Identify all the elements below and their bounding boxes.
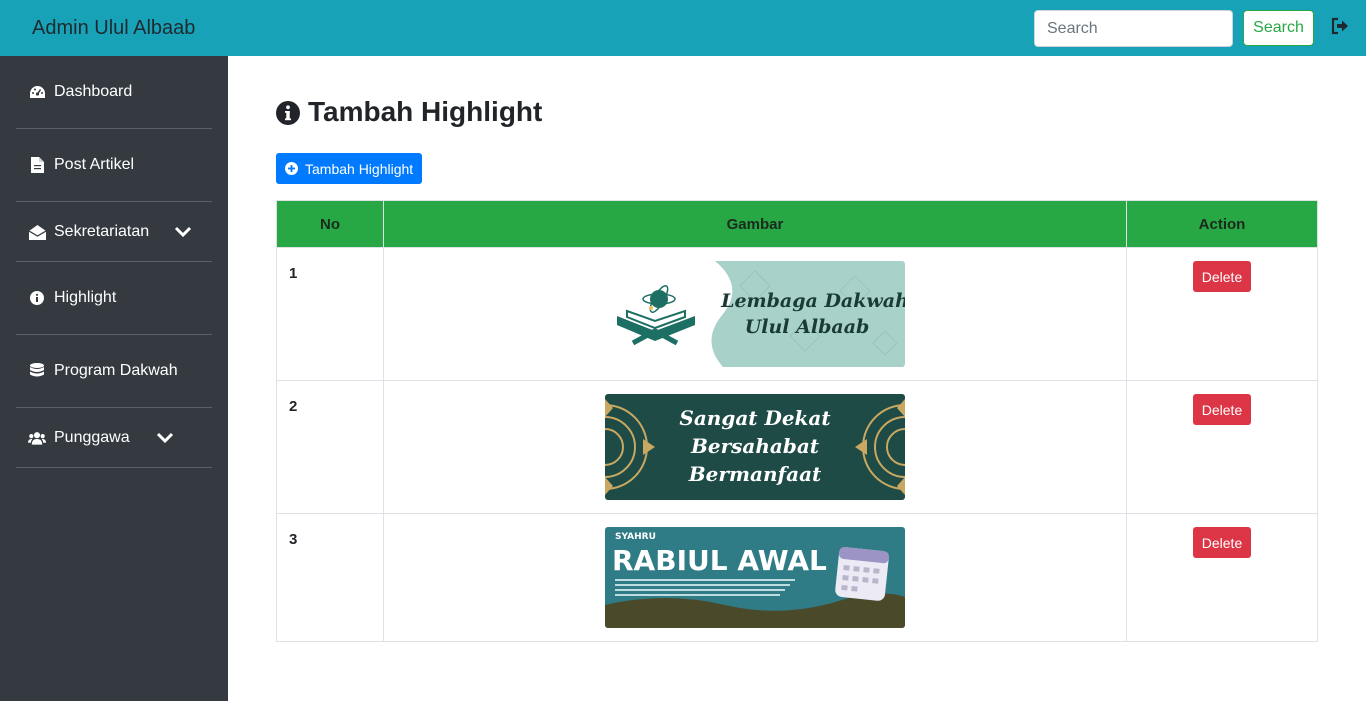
- sidebar-item-label: Post Artikel: [54, 156, 135, 173]
- highlight-image: Sangat Dekat Bersahabat Bermanfaat: [605, 394, 905, 500]
- banner-line-2: Ulul Albaab: [745, 316, 870, 338]
- banner-line-1: Lembaga Dakwah: [720, 290, 905, 312]
- sidebar-item-label: Sekretariatan: [54, 223, 150, 240]
- sidebar-item-post-artikel[interactable]: Post Artikel: [16, 155, 212, 175]
- page-title-text: Tambah Highlight: [308, 96, 543, 127]
- sidebar-divider: [16, 128, 212, 129]
- sidebar-item-program-dakwah[interactable]: Program Dakwah: [16, 361, 212, 381]
- image-cell: Lembaga Dakwah Ulul Albaab: [383, 247, 1127, 381]
- image-cell: SYAHRU RABIUL AWAL: [383, 513, 1127, 642]
- info-circle-icon: [28, 289, 46, 307]
- image-cell: Sangat Dekat Bersahabat Bermanfaat: [383, 380, 1127, 514]
- banner-line-1: Sangat Dekat: [679, 406, 831, 430]
- search-input[interactable]: [1034, 10, 1233, 47]
- column-header-gambar: Gambar: [383, 200, 1127, 248]
- sidebar-item-dashboard[interactable]: Dashboard: [16, 82, 212, 102]
- add-highlight-label: Tambah Highlight: [305, 160, 414, 177]
- row-number: 1: [276, 247, 384, 381]
- sidebar-divider: [16, 261, 212, 262]
- table-header-row: No Gambar Action: [276, 200, 1318, 248]
- sidebar-item-label: Dashboard: [54, 83, 133, 100]
- action-cell: Delete: [1126, 513, 1318, 642]
- database-icon: [28, 362, 46, 380]
- sidebar-item-label: Program Dakwah: [54, 362, 178, 379]
- search-button[interactable]: Search: [1243, 10, 1314, 46]
- delete-button[interactable]: Delete: [1193, 261, 1251, 292]
- page-title: Tambah Highlight: [276, 96, 542, 128]
- highlight-image: Lembaga Dakwah Ulul Albaab: [605, 261, 905, 367]
- plus-circle-icon: [285, 162, 298, 175]
- sidebar-divider: [16, 334, 212, 335]
- tachometer-icon: [28, 83, 46, 101]
- sidebar-item-highlight[interactable]: Highlight: [16, 288, 212, 308]
- chevron-down-icon[interactable]: [156, 430, 174, 446]
- sidebar-divider: [16, 467, 212, 468]
- table-row: 2 Sangat Dekat Bersahabat Bermanfaat Del…: [276, 380, 1318, 514]
- action-cell: Delete: [1126, 247, 1318, 381]
- sidebar-item-sekretariatan[interactable]: Sekretariatan: [16, 221, 212, 243]
- banner-line-3: Bermanfaat: [688, 462, 822, 486]
- action-cell: Delete: [1126, 380, 1318, 514]
- sidebar: Dashboard Post Artikel Sekretariatan Hig…: [0, 56, 228, 701]
- file-icon: [28, 156, 46, 174]
- column-header-action: Action: [1126, 200, 1318, 248]
- sidebar-divider: [16, 201, 212, 202]
- sidebar-item-punggawa[interactable]: Punggawa: [16, 427, 212, 449]
- envelope-open-icon: [28, 223, 46, 241]
- sidebar-divider: [16, 407, 212, 408]
- delete-button[interactable]: Delete: [1193, 527, 1251, 558]
- table-row: 3 SYAHRU RABIUL AWAL Delete: [276, 513, 1318, 642]
- users-icon: [28, 429, 46, 447]
- highlight-image: SYAHRU RABIUL AWAL: [605, 527, 905, 628]
- banner-line-1: SYAHRU: [615, 532, 656, 542]
- info-circle-icon: [276, 100, 300, 125]
- sidebar-item-label: Punggawa: [54, 429, 130, 446]
- highlight-table: No Gambar Action 1 Lembaga Dakwah Ulul A…: [276, 200, 1318, 642]
- top-navbar: Admin Ulul Albaab Search: [0, 0, 1366, 56]
- banner-line-2: Bersahabat: [690, 434, 820, 458]
- brand-title[interactable]: Admin Ulul Albaab: [32, 17, 195, 40]
- add-highlight-button[interactable]: Tambah Highlight: [276, 153, 423, 184]
- table-row: 1 Lembaga Dakwah Ulul Albaab Delete: [276, 247, 1318, 381]
- row-number: 2: [276, 380, 384, 514]
- sidebar-item-label: Highlight: [54, 289, 117, 306]
- row-number: 3: [276, 513, 384, 642]
- delete-button[interactable]: Delete: [1193, 394, 1251, 425]
- chevron-down-icon[interactable]: [174, 224, 192, 240]
- sign-out-icon[interactable]: [1330, 16, 1350, 36]
- column-header-no: No: [276, 200, 384, 248]
- banner-line-2: RABIUL AWAL: [612, 544, 827, 577]
